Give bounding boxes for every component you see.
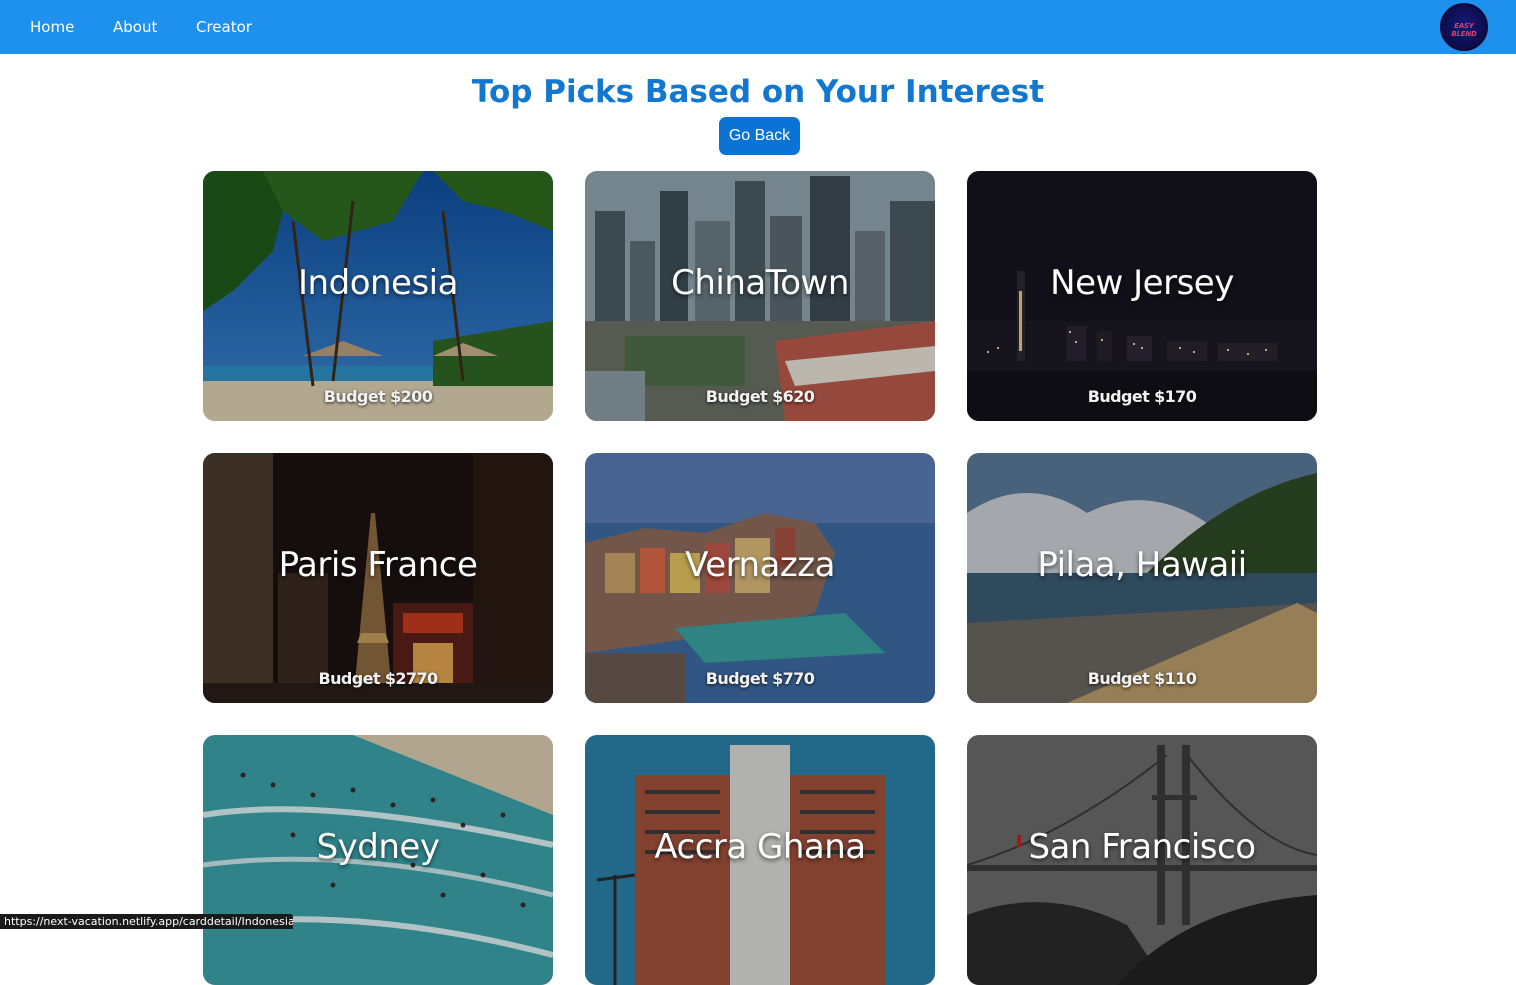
destination-name: Pilaa, Hawaii bbox=[1037, 545, 1247, 585]
destination-budget: Budget $200 bbox=[323, 387, 433, 406]
destination-name: Indonesia bbox=[298, 263, 458, 303]
destination-card-vernazza[interactable]: Vernazza Budget $770 bbox=[585, 453, 935, 703]
destination-card-paris-france[interactable]: Paris France Budget $2770 bbox=[203, 453, 553, 703]
destination-card-new-jersey[interactable]: New Jersey Budget $170 bbox=[967, 171, 1317, 421]
destination-card-sydney[interactable]: Sydney bbox=[203, 735, 553, 985]
top-navbar: Home About Creator EASY BLEND bbox=[0, 0, 1516, 54]
destination-name: Accra Ghana bbox=[654, 827, 866, 867]
destination-budget: Budget $110 bbox=[1087, 669, 1197, 688]
destination-card-pilaa-hawaii[interactable]: Pilaa, Hawaii Budget $110 bbox=[967, 453, 1317, 703]
nav-about-link[interactable]: About bbox=[113, 18, 157, 36]
destination-name: New Jersey bbox=[1050, 263, 1234, 303]
destination-name: ChinaTown bbox=[671, 263, 849, 303]
page-title: Top Picks Based on Your Interest bbox=[471, 74, 1045, 110]
destination-card-san-francisco[interactable]: San Francisco bbox=[967, 735, 1317, 985]
destination-budget: Budget $770 bbox=[705, 669, 815, 688]
destination-card-accra-ghana[interactable]: Accra Ghana bbox=[585, 735, 935, 985]
browser-status-bar: https://next-vacation.netlify.app/cardde… bbox=[0, 914, 293, 929]
nav-home-link[interactable]: Home bbox=[30, 18, 74, 36]
destination-card-indonesia[interactable]: Indonesia Budget $200 bbox=[203, 171, 553, 421]
go-back-button[interactable]: Go Back bbox=[719, 117, 800, 155]
destination-grid: Indonesia Budget $200 ChinaTown Budget $… bbox=[203, 171, 1317, 985]
destination-name: Vernazza bbox=[685, 545, 835, 585]
destination-budget: Budget $170 bbox=[1087, 387, 1197, 406]
destination-budget: Budget $2770 bbox=[318, 669, 438, 688]
destination-card-chinatown[interactable]: ChinaTown Budget $620 bbox=[585, 171, 935, 421]
destination-name: San Francisco bbox=[1028, 827, 1256, 867]
logo-text: EASY BLEND bbox=[1451, 22, 1477, 38]
destination-name: Sydney bbox=[316, 827, 440, 867]
destination-budget: Budget $620 bbox=[705, 387, 815, 406]
brand-logo[interactable]: EASY BLEND bbox=[1440, 3, 1488, 51]
nav-creator-link[interactable]: Creator bbox=[196, 18, 252, 36]
destination-name: Paris France bbox=[278, 545, 478, 585]
